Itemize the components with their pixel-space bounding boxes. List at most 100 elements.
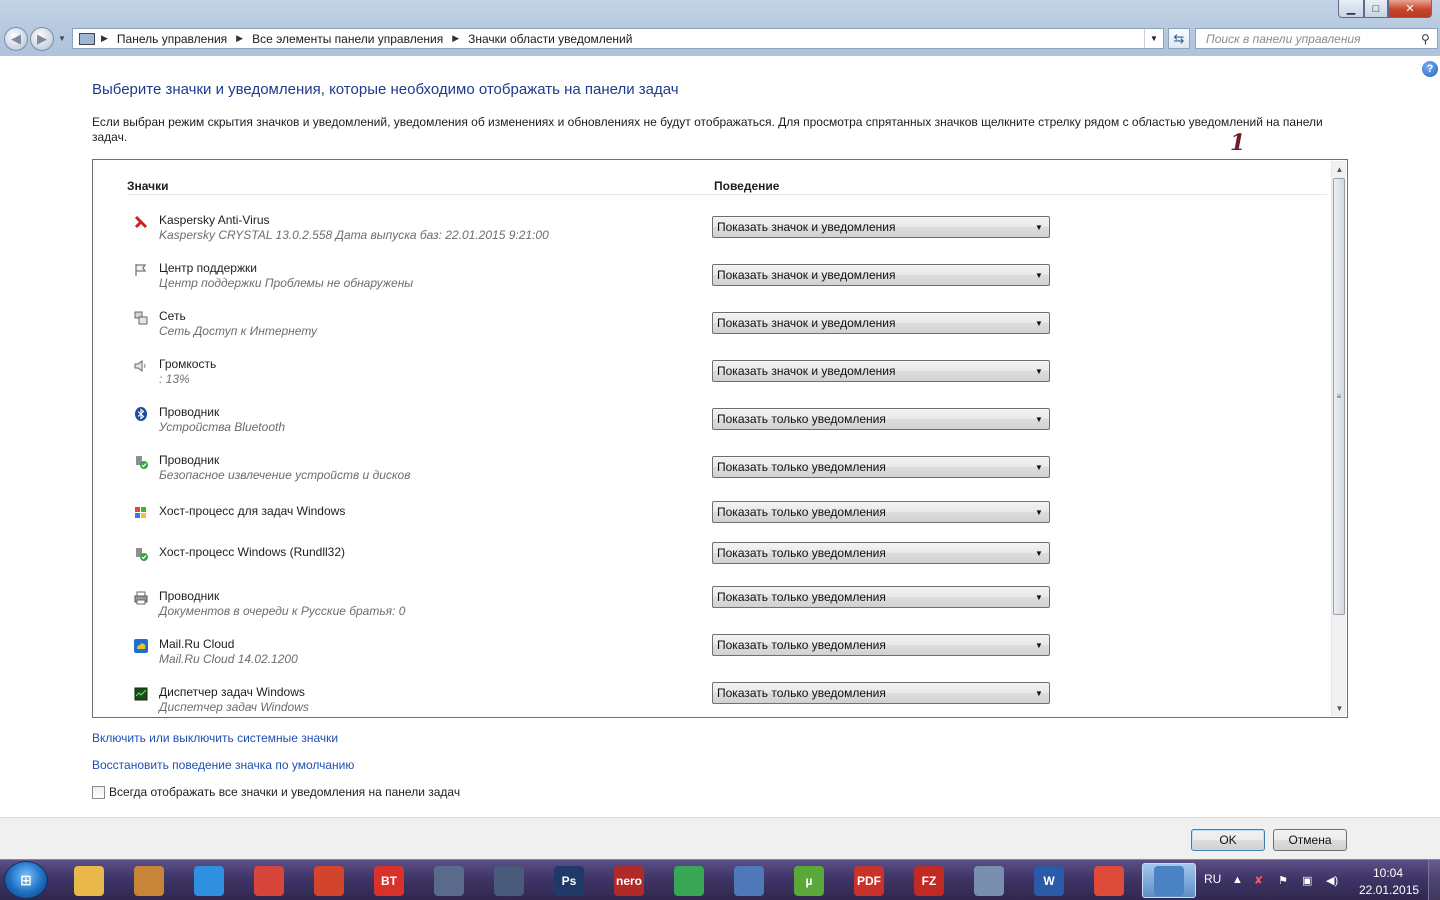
breadcrumb-all-items[interactable]: Все элементы панели управления [252,32,443,46]
behavior-select-value: Показать значок и уведомления [717,268,896,282]
show-desktop-button[interactable] [1428,860,1440,900]
behavior-select[interactable]: Показать значок и уведомления ▼ [712,264,1050,286]
google-drive-icon [674,865,704,896]
taskbar-app-button[interactable] [302,863,356,898]
behavior-select-value: Показать только уведомления [717,546,886,560]
taskbar-app-button[interactable]: PDF [842,863,896,898]
behavior-select[interactable]: Показать только уведомления ▼ [712,586,1050,608]
row-subtitle: Kaspersky CRYSTAL 13.0.2.558 Дата выпуск… [159,228,549,242]
always-show-option[interactable]: Всегда отображать все значки и уведомлен… [92,785,460,799]
table-row: Проводник Документов в очереди к Русские… [93,583,1329,627]
breadcrumb-notification-icons[interactable]: Значки области уведомлений [468,32,632,46]
pdf-icon: PDF [854,865,884,896]
chevron-down-icon: ▼ [58,34,66,43]
recent-pages-dropdown[interactable]: ▼ [58,34,66,43]
start-button[interactable]: ⊞ [4,861,48,899]
language-indicator[interactable]: RU [1204,872,1221,886]
list-scrollbar[interactable]: ▲ ≡ ▼ [1331,161,1346,716]
behavior-select[interactable]: Показать значок и уведомления ▼ [712,360,1050,382]
page-title: Выберите значки и уведомления, которые н… [92,81,679,98]
taskbar-app-button[interactable] [662,863,716,898]
behavior-select[interactable]: Показать только уведомления ▼ [712,634,1050,656]
chevron-down-icon: ▼ [1335,703,1344,713]
taskbar-app-button[interactable]: Ps [542,863,596,898]
rundll-host-icon [133,546,149,562]
scrollbar-thumb[interactable]: ≡ [1333,178,1345,615]
breadcrumb-control-panel[interactable]: Панель управления [117,32,227,46]
forward-button[interactable]: ▶ [30,27,54,51]
taskbar-app-button[interactable] [482,863,536,898]
always-show-checkbox[interactable] [92,785,105,799]
toggle-system-icons-link[interactable]: Включить или выключить системные значки [92,731,338,745]
taskbar-app-button[interactable] [182,863,236,898]
taskbar-app-button[interactable]: nero [602,863,656,898]
breadcrumb-separator[interactable]: ▶ [452,33,459,44]
chevron-down-icon: ▼ [1035,222,1043,232]
address-history-dropdown[interactable]: ▼ [1144,29,1163,48]
chrome-icon [1094,865,1124,896]
taskbar-app-button[interactable]: µ [782,863,836,898]
scroll-down-button[interactable]: ▼ [1332,700,1347,716]
taskbar-app-button[interactable]: BT [362,863,416,898]
taskbar-app-button[interactable] [962,863,1016,898]
computer-icon [79,32,95,45]
volume-tray-icon[interactable]: ◀) [1326,874,1338,887]
chevron-down-icon: ▼ [1035,640,1043,650]
show-hidden-icons-icon[interactable]: ▲ [1232,874,1243,886]
taskbar-app-button[interactable]: W [1022,863,1076,898]
breadcrumb-separator[interactable]: ▶ [101,33,108,44]
close-button[interactable]: ✕ [1388,0,1432,18]
behavior-select[interactable]: Показать значок и уведомления ▼ [712,312,1050,334]
utorrent-icon: µ [794,865,824,896]
taskbar-app-button[interactable]: FZ [902,863,956,898]
minimize-button[interactable]: ▁ [1338,0,1364,18]
row-name: Проводник [159,405,220,419]
maximize-button[interactable]: □ [1364,0,1388,18]
cancel-button[interactable]: Отмена [1273,829,1347,851]
taskbar-app-button[interactable] [62,863,116,898]
behavior-select[interactable]: Показать только уведомления ▼ [712,682,1050,704]
taskbar-app-button[interactable] [242,863,296,898]
taskbar-app-button[interactable] [122,863,176,898]
clock-time[interactable]: 10:04 [1373,866,1403,880]
behavior-select[interactable]: Показать только уведомления ▼ [712,456,1050,478]
search-icon[interactable]: ⚲ [1421,32,1437,46]
behavior-select[interactable]: Показать только уведомления ▼ [712,501,1050,523]
search-input[interactable]: Поиск в панели управления [1196,32,1421,46]
address-bar[interactable]: ▶ Панель управления ▶ Все элементы панел… [72,28,1164,49]
restore-defaults-link[interactable]: Восстановить поведение значка по умолчан… [92,758,354,772]
chevron-down-icon: ▼ [1035,462,1043,472]
refresh-button[interactable]: ⇆ [1168,28,1190,49]
scroll-up-button[interactable]: ▲ [1332,161,1347,177]
volume-icon [133,358,149,374]
chevron-down-icon: ▼ [1035,414,1043,424]
system-tray: RU ▲ ✘ ⚑ ▣ ◀) 10:04 22.01.2015 [1196,860,1440,900]
ok-button[interactable]: OK [1191,829,1265,851]
back-button[interactable]: ◀ [4,27,28,51]
row-subtitle: Сеть Доступ к Интернету [159,324,318,338]
behavior-select[interactable]: Показать только уведомления ▼ [712,408,1050,430]
breadcrumb-separator[interactable]: ▶ [236,33,243,44]
taskbar-app-button[interactable] [1082,863,1136,898]
media-center-icon [434,865,464,896]
always-show-label[interactable]: Всегда отображать все значки и уведомлен… [109,785,460,799]
taskbar-app-button[interactable] [1142,863,1196,898]
action-center-flag-icon[interactable]: ⚑ [1278,874,1288,887]
table-row: Kaspersky Anti-Virus Kaspersky CRYSTAL 1… [93,207,1329,251]
chevron-down-icon: ▼ [1035,592,1043,602]
bt-client-icon: BT [374,865,404,896]
taskbar-app-button[interactable] [722,863,776,898]
help-icon[interactable]: ? [1422,61,1438,77]
behavior-select[interactable]: Показать только уведомления ▼ [712,542,1050,564]
search-box[interactable]: Поиск в панели управления ⚲ [1195,28,1438,49]
network-manager-icon [734,865,764,896]
kaspersky-tray-icon[interactable]: ✘ [1254,874,1263,887]
ccleaner-icon [314,865,344,896]
behavior-select[interactable]: Показать значок и уведомления ▼ [712,216,1050,238]
target-icon [254,865,284,896]
network-tray-icon[interactable]: ▣ [1302,874,1312,887]
clock-date[interactable]: 22.01.2015 [1359,883,1419,897]
taskbar-app-button[interactable] [422,863,476,898]
table-row: Центр поддержки Центр поддержки Проблемы… [93,255,1329,299]
paint-icon [974,865,1004,896]
